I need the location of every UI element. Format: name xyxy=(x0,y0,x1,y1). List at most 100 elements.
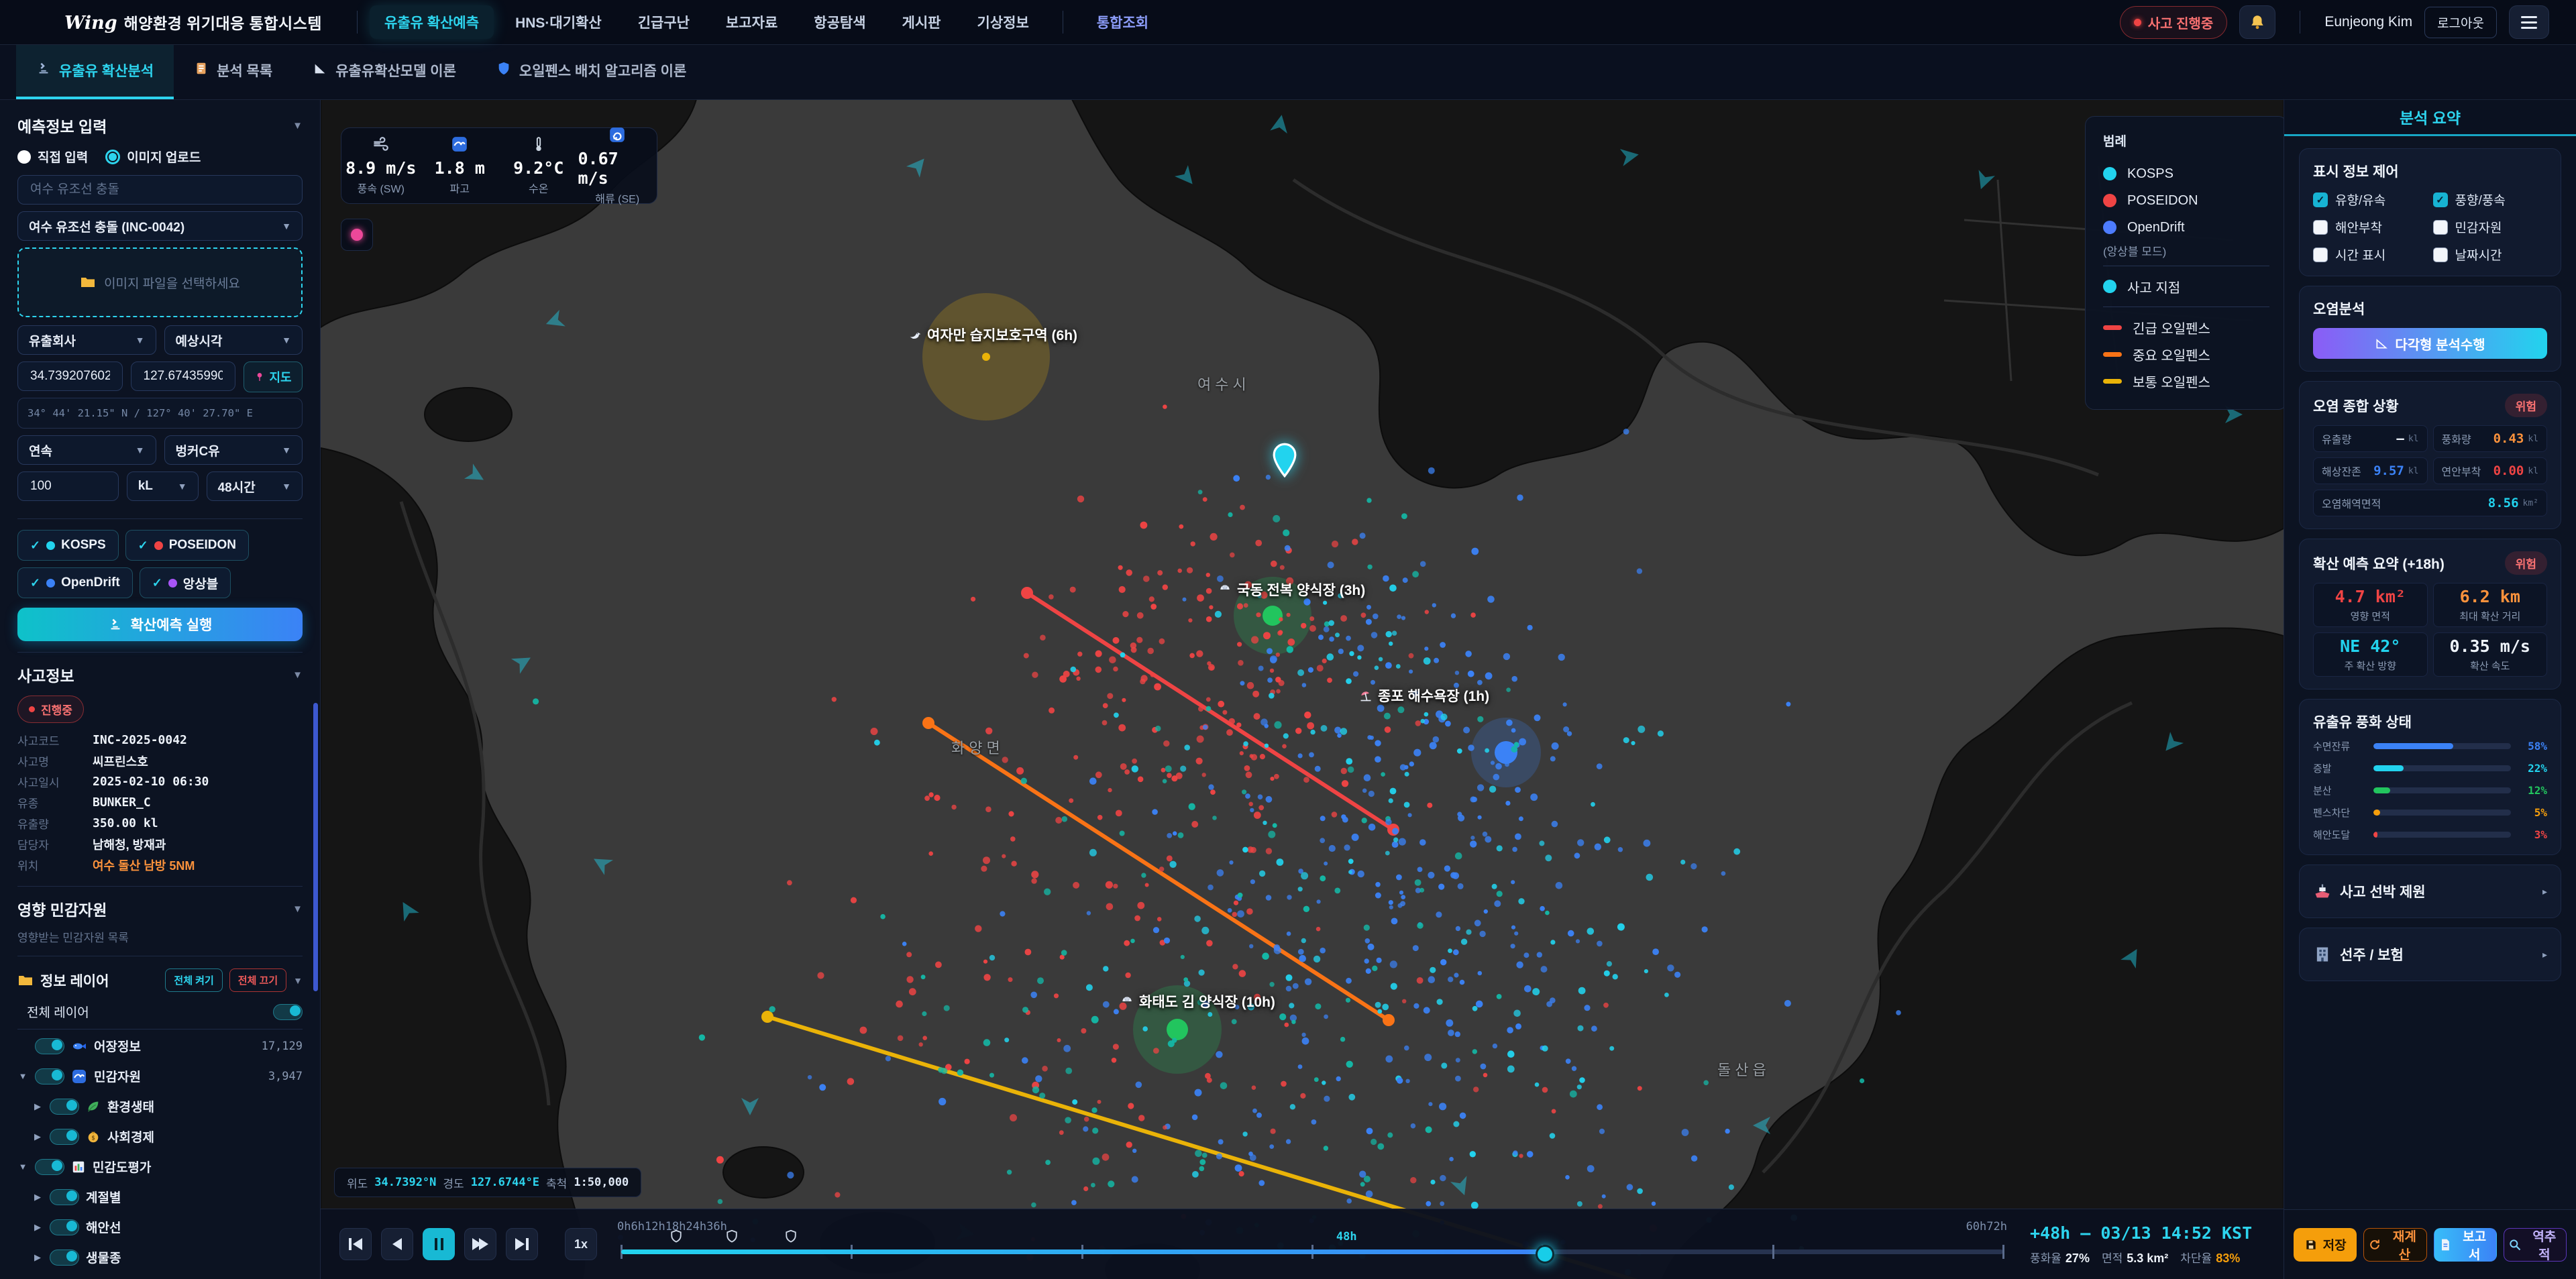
layers-all-off-button[interactable]: 전체 끄기 xyxy=(229,968,286,992)
pause-button[interactable] xyxy=(423,1228,455,1260)
image-upload-dropzone[interactable]: 이미지 파일을 선택하세요 xyxy=(17,247,303,317)
layer-toggle[interactable] xyxy=(35,1038,64,1054)
stat-value: — xyxy=(2396,431,2404,446)
legend-label: POSEIDON xyxy=(2127,193,2198,209)
duration-value: 48시간 xyxy=(218,478,256,496)
expander-icon[interactable]: ▶ xyxy=(32,1252,43,1263)
display-check-해안부착[interactable]: 해안부착 xyxy=(2313,218,2428,236)
nav-item-8[interactable]: 통합조회 xyxy=(1082,5,1163,39)
재계산-button[interactable]: 재계산 xyxy=(2363,1228,2426,1262)
company-select[interactable]: 유출회사▼ xyxy=(17,325,156,355)
oil-type-select[interactable]: 벙커C유▼ xyxy=(164,435,303,465)
incident-name-input[interactable] xyxy=(29,182,291,198)
skip-end-button[interactable] xyxy=(506,1228,538,1260)
nav-item-5[interactable]: 항공탐색 xyxy=(799,5,880,39)
layers-all-on-button[interactable]: 전체 켜기 xyxy=(165,968,222,992)
tab-3[interactable]: 유출유확산모델 이론 xyxy=(292,44,476,99)
tab-4[interactable]: 오일펜스 배치 알고리즘 이론 xyxy=(476,44,706,99)
lon-value: 127.6744°E xyxy=(471,1176,539,1189)
layer-toggle[interactable] xyxy=(50,1099,79,1115)
map-marker-label[interactable]: 화태도 김 양식장 (10h) xyxy=(1120,991,1275,1011)
fast-forward-button[interactable] xyxy=(464,1228,496,1260)
unit-select[interactable]: kL▼ xyxy=(127,471,199,501)
역추적-button[interactable]: 역추적 xyxy=(2504,1228,2567,1262)
time-select[interactable]: 예상시각▼ xyxy=(164,325,303,355)
scrollbar-thumb[interactable] xyxy=(313,703,318,991)
display-check-시간 표시[interactable]: 시간 표시 xyxy=(2313,245,2428,264)
nav-item-1[interactable]: 유출유 확산예측 xyxy=(370,5,494,39)
section-incident-info[interactable]: 사고정보 ▼ xyxy=(17,663,303,686)
spill-mode-select[interactable]: 연속▼ xyxy=(17,435,156,465)
tab-1[interactable]: 유출유 확산분석 xyxy=(16,44,174,99)
timeline[interactable]: 0h6h12h18h24h36h48h60h72h xyxy=(617,1209,2014,1279)
skip-start-button[interactable] xyxy=(339,1228,372,1260)
owner-insurance-card[interactable]: 선주 / 보험 ▸ xyxy=(2299,928,2561,981)
expander-icon[interactable]: ▶ xyxy=(32,1131,43,1142)
speed-button[interactable]: 1x xyxy=(565,1228,597,1260)
timeline-knob[interactable] xyxy=(1536,1245,1554,1264)
nav-item-3[interactable]: 긴급구난 xyxy=(623,5,704,39)
model-chip-kosps[interactable]: ✓KOSPS xyxy=(17,530,119,561)
tab-2[interactable]: 분석 목록 xyxy=(174,44,292,99)
model-chip-앙상블[interactable]: ✓앙상블 xyxy=(140,567,231,598)
latitude-input[interactable] xyxy=(29,368,111,384)
master-layer-toggle[interactable] xyxy=(273,1004,303,1020)
step-back-button[interactable] xyxy=(381,1228,413,1260)
display-check-풍향/풍속[interactable]: ✓풍향/풍속 xyxy=(2433,190,2548,209)
nav-item-6[interactable]: 게시판 xyxy=(888,5,956,39)
map-canvas[interactable]: 8.9 m/s풍속 (SW)1.8 m파고9.2°C수온0.67 m/s해류 (… xyxy=(321,99,2284,1279)
map-marker-label[interactable]: 국동 전복 양식장 (3h) xyxy=(1218,579,1365,600)
layer-toggle[interactable] xyxy=(50,1249,79,1266)
section-prediction-input[interactable]: 예측정보 입력 ▼ xyxy=(17,114,303,137)
저장-button[interactable]: 저장 xyxy=(2294,1228,2357,1262)
menu-button[interactable] xyxy=(2509,5,2549,39)
notifications-button[interactable] xyxy=(2239,5,2275,39)
ship-spec-card[interactable]: 사고 선박 제원 ▸ xyxy=(2299,865,2561,918)
expander-icon[interactable]: ▶ xyxy=(32,1222,43,1233)
display-check-날짜시간[interactable]: 날짜시간 xyxy=(2433,245,2548,264)
layer-toggle[interactable] xyxy=(50,1129,79,1145)
radio-image-upload[interactable]: 이미지 업로드 xyxy=(105,148,201,166)
layer-toggle[interactable] xyxy=(50,1189,79,1205)
polygon-analysis-button[interactable]: 다각형 분석수행 xyxy=(2313,328,2547,359)
radio-direct-input[interactable]: 직접 입력 xyxy=(17,148,88,166)
map-tool-button[interactable] xyxy=(341,219,373,251)
expander-icon[interactable]: ▶ xyxy=(32,1192,43,1203)
report-icon xyxy=(2438,1238,2452,1252)
map-marker-label[interactable]: 여자만 습지보호구역 (6h) xyxy=(908,325,1077,345)
model-chip-poseidon[interactable]: ✓POSEIDON xyxy=(125,530,249,561)
longitude-input[interactable] xyxy=(142,368,225,384)
timeline-track[interactable] xyxy=(621,1249,2003,1254)
expander-icon[interactable]: ▶ xyxy=(32,1101,43,1112)
layer-toggle[interactable] xyxy=(35,1159,64,1175)
amount-input[interactable] xyxy=(29,478,107,494)
section-sensitive-resources[interactable]: 영향 민감자원 ▼ xyxy=(17,897,303,920)
pick-on-map-button[interactable]: 지도 xyxy=(244,362,303,392)
recalc-icon xyxy=(2368,1238,2381,1252)
legend-label: 긴급 오일펜스 xyxy=(2133,318,2210,337)
display-check-유향/유속[interactable]: ✓유향/유속 xyxy=(2313,190,2428,209)
duration-select[interactable]: 48시간 ▼ xyxy=(207,471,303,501)
incident-select[interactable]: 여수 유조선 충돌 (INC-0042) ▼ xyxy=(17,211,303,241)
logout-button[interactable]: 로그아웃 xyxy=(2424,7,2497,38)
layer-toggle[interactable] xyxy=(50,1219,79,1235)
incident-location-pin[interactable] xyxy=(1272,443,1297,481)
display-check-민감자원[interactable]: 민감자원 xyxy=(2433,218,2548,236)
layer-toggle[interactable] xyxy=(35,1068,64,1085)
chevron-down-icon: ▼ xyxy=(282,481,291,492)
nav-item-7[interactable]: 기상정보 xyxy=(963,5,1044,39)
expander-icon[interactable]: ▼ xyxy=(17,1071,28,1081)
folder-icon xyxy=(80,274,96,290)
bar-track xyxy=(2373,832,2511,838)
model-chip-opendrift[interactable]: ✓OpenDrift xyxy=(17,567,133,598)
forecast-value: NE 42° xyxy=(2340,636,2400,656)
legend-model-opendrift: OpenDrift xyxy=(2103,214,2269,241)
nav-item-4[interactable]: 보고자료 xyxy=(711,5,792,39)
expander-icon[interactable]: ▼ xyxy=(17,1162,28,1172)
run-prediction-button[interactable]: 확산예측 실행 xyxy=(17,608,303,641)
nav-item-2[interactable]: HNS·대기확산 xyxy=(500,5,616,39)
map-marker-label[interactable]: 종포 해수욕장 (1h) xyxy=(1359,685,1489,706)
weather-cell: 1.8 m파고 xyxy=(421,135,500,196)
보고서-button[interactable]: 보고서 xyxy=(2434,1228,2497,1262)
timeline-label-36h: 36h xyxy=(706,1220,727,1254)
